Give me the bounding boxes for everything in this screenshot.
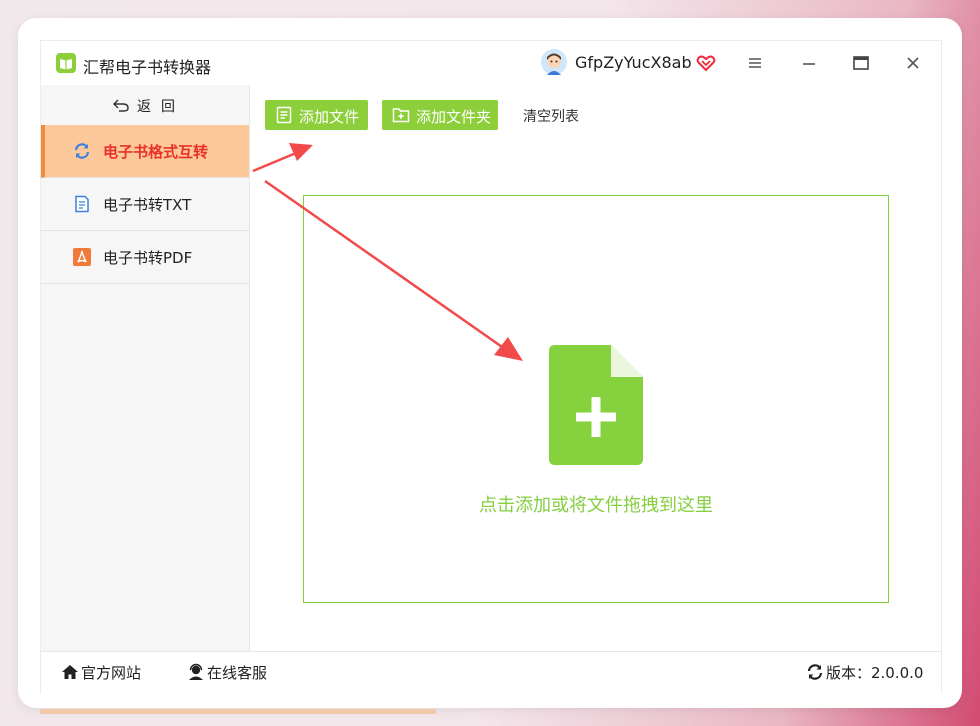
online-service-label: 在线客服	[207, 664, 268, 682]
app-window: 汇帮电子书转换器 GfpZyYucX8ab 返回 电子书格式互转 电子书转TXT…	[40, 40, 942, 694]
sidebar-item-to-pdf[interactable]: 电子书转PDF	[41, 231, 249, 284]
taskbar-strip	[40, 709, 436, 714]
sidebar-item-label: 电子书转PDF	[103, 249, 193, 267]
close-icon[interactable]	[903, 53, 923, 73]
online-service-link[interactable]: 在线客服	[187, 662, 267, 683]
menu-icon[interactable]	[745, 53, 765, 73]
sidebar-item-label: 电子书转TXT	[103, 196, 192, 214]
add-folder-label: 添加文件夹	[416, 108, 492, 126]
add-file-label: 添加文件	[299, 108, 360, 126]
back-label: 返回	[137, 99, 185, 115]
book-logo-icon	[56, 53, 76, 73]
home-icon	[62, 665, 78, 679]
minimize-icon[interactable]	[799, 53, 819, 73]
customer-service-icon	[189, 663, 203, 680]
app-title: 汇帮电子书转换器	[83, 58, 212, 77]
maximize-icon[interactable]	[851, 53, 871, 73]
sidebar-item-label: 电子书格式互转	[103, 143, 209, 161]
folder-plus-icon	[392, 108, 410, 123]
footer: 官方网站 在线客服 版本：2.0.0.0	[41, 651, 941, 694]
username[interactable]: GfpZyYucX8ab	[575, 53, 692, 72]
document-icon	[75, 195, 89, 213]
back-button[interactable]: 返回	[41, 85, 249, 125]
add-folder-button[interactable]: 添加文件夹	[382, 100, 498, 130]
pdf-icon	[73, 248, 91, 266]
sidebar-item-to-txt[interactable]: 电子书转TXT	[41, 178, 249, 231]
arrow-to-toolbar	[252, 143, 313, 173]
file-list-icon	[276, 106, 292, 124]
refresh-icon	[74, 143, 90, 159]
back-arrow-icon	[113, 99, 129, 112]
refresh-icon	[807, 664, 823, 680]
official-site-link[interactable]: 官方网站	[61, 662, 141, 683]
official-site-label: 官方网站	[81, 664, 142, 682]
vip-heart-icon[interactable]	[696, 53, 716, 73]
drop-hint-text: 点击添加或将文件拖拽到这里	[479, 495, 713, 516]
clear-list-button[interactable]: 清空列表	[523, 106, 579, 126]
avatar[interactable]	[541, 49, 567, 75]
add-file-button[interactable]: 添加文件	[265, 100, 368, 130]
version-info[interactable]: 版本：2.0.0.0	[806, 662, 923, 683]
sidebar: 返回 电子书格式互转 电子书转TXT 电子书转PDF	[41, 85, 250, 651]
version-label: 版本：2.0.0.0	[826, 664, 924, 682]
file-drop-zone[interactable]: 点击添加或将文件拖拽到这里	[303, 195, 889, 603]
add-file-icon	[549, 345, 643, 465]
sidebar-item-format-convert[interactable]: 电子书格式互转	[41, 125, 249, 178]
title-bar: 汇帮电子书转换器 GfpZyYucX8ab	[41, 41, 941, 85]
